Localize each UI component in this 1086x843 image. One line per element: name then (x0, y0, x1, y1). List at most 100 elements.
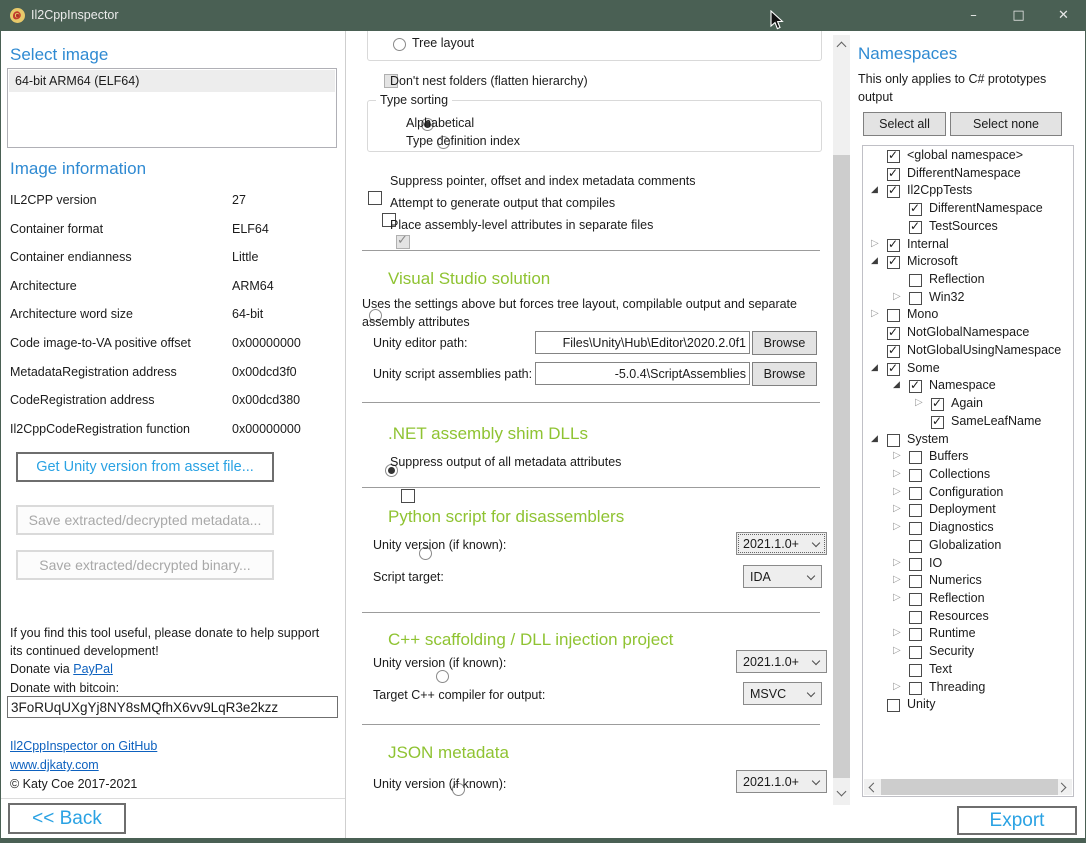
expand-icon[interactable]: ▷ (893, 468, 901, 479)
tree-item-system[interactable]: ◢System (863, 432, 1073, 450)
tree-item-checkbox[interactable] (909, 522, 922, 535)
tree-item-internal[interactable]: ▷Internal (863, 237, 1073, 255)
tree-item-reflection[interactable]: ▷Reflection (863, 591, 1073, 609)
select-all-button[interactable]: Select all (863, 112, 946, 136)
scroll-left-icon[interactable] (869, 783, 879, 793)
tree-item-checkbox[interactable] (909, 575, 922, 588)
cpp-unity-version-combo[interactable]: 2021.1.0+ (736, 650, 827, 673)
tree-item-differentnamespace[interactable]: DifferentNamespace (863, 166, 1073, 184)
tree-item-checkbox[interactable] (909, 292, 922, 305)
tree-item-checkbox[interactable] (909, 628, 922, 641)
close-icon[interactable]: ✕ (1041, 0, 1086, 31)
tree-item-text[interactable]: Text (863, 662, 1073, 680)
expand-icon[interactable]: ▷ (871, 308, 879, 319)
script-target-combo[interactable]: IDA (743, 565, 822, 588)
get-unity-version-button[interactable]: Get Unity version from asset file... (16, 452, 274, 482)
tree-item-sameleafname[interactable]: SameLeafName (863, 414, 1073, 432)
options-scrollbar-thumb[interactable] (833, 155, 850, 778)
select-none-button[interactable]: Select none (950, 112, 1062, 136)
tree-item-checkbox[interactable] (909, 593, 922, 606)
script-assemblies-path-input[interactable]: -5.0.4\ScriptAssemblies (535, 362, 750, 385)
tree-item-checkbox[interactable] (887, 309, 900, 322)
tree-item-checkbox[interactable] (931, 398, 944, 411)
save-metadata-button[interactable]: Save extracted/decrypted metadata... (16, 505, 274, 535)
tree-item-checkbox[interactable] (909, 558, 922, 571)
tree-item-deployment[interactable]: ▷Deployment (863, 502, 1073, 520)
tree-item-checkbox[interactable] (909, 274, 922, 287)
tree-item-checkbox[interactable] (909, 221, 922, 234)
tree-item-checkbox[interactable] (887, 168, 900, 181)
tree-item-checkbox[interactable] (887, 434, 900, 447)
tree-item-checkbox[interactable] (887, 327, 900, 340)
namespaces-tree[interactable]: <global namespace>DifferentNamespace◢Il2… (862, 145, 1074, 797)
tree-item--global-namespace-[interactable]: <global namespace> (863, 148, 1073, 166)
tree-item-checkbox[interactable] (887, 150, 900, 163)
tree-item-differentnamespace[interactable]: DifferentNamespace (863, 201, 1073, 219)
expand-icon[interactable]: ▷ (893, 557, 901, 568)
maximize-icon[interactable]: □ (996, 0, 1041, 31)
tree-layout-radio[interactable] (393, 38, 406, 51)
collapse-icon[interactable]: ◢ (871, 363, 878, 373)
tree-item-checkbox[interactable] (887, 239, 900, 252)
github-link[interactable]: Il2CppInspector on GitHub (10, 739, 157, 753)
bitcoin-address-input[interactable]: 3FoRUqUXgYj8NY8sMQfhX6vv9LqR3e2kzz (7, 696, 338, 718)
tree-item-resources[interactable]: Resources (863, 609, 1073, 627)
tree-item-checkbox[interactable] (887, 345, 900, 358)
tree-item-checkbox[interactable] (887, 185, 900, 198)
unity-editor-path-input[interactable]: Files\Unity\Hub\Editor\2020.2.0f1 (535, 331, 750, 354)
tree-item-checkbox[interactable] (909, 540, 922, 553)
tree-item-diagnostics[interactable]: ▷Diagnostics (863, 520, 1073, 538)
tree-item-globalization[interactable]: Globalization (863, 538, 1073, 556)
website-link[interactable]: www.djkaty.com (10, 758, 99, 772)
scroll-up-icon[interactable] (837, 42, 847, 52)
tree-item-checkbox[interactable] (887, 699, 900, 712)
expand-icon[interactable]: ▷ (893, 521, 901, 532)
image-listbox[interactable]: 64-bit ARM64 (ELF64) (7, 68, 337, 148)
tree-item-mono[interactable]: ▷Mono (863, 307, 1073, 325)
tree-item-io[interactable]: ▷IO (863, 556, 1073, 574)
image-list-item[interactable]: 64-bit ARM64 (ELF64) (9, 70, 335, 92)
tree-item-testsources[interactable]: TestSources (863, 219, 1073, 237)
tree-item-checkbox[interactable] (909, 646, 922, 659)
tree-item-checkbox[interactable] (909, 451, 922, 464)
tree-item-unity[interactable]: Unity (863, 697, 1073, 715)
tree-item-threading[interactable]: ▷Threading (863, 680, 1073, 698)
collapse-icon[interactable]: ◢ (871, 434, 878, 444)
tree-item-runtime[interactable]: ▷Runtime (863, 626, 1073, 644)
scroll-down-icon[interactable] (837, 787, 847, 797)
tree-item-checkbox[interactable] (909, 682, 922, 695)
tree-item-checkbox[interactable] (931, 416, 944, 429)
collapse-icon[interactable]: ◢ (893, 380, 900, 390)
collapse-icon[interactable]: ◢ (871, 185, 878, 195)
browse-editor-path-button[interactable]: Browse (752, 331, 817, 355)
tree-item-numerics[interactable]: ▷Numerics (863, 573, 1073, 591)
tree-item-microsoft[interactable]: ◢Microsoft (863, 254, 1073, 272)
json-unity-version-combo[interactable]: 2021.1.0+ (736, 770, 827, 793)
expand-icon[interactable]: ▷ (893, 574, 901, 585)
expand-icon[interactable]: ▷ (893, 450, 901, 461)
tree-item-buffers[interactable]: ▷Buffers (863, 449, 1073, 467)
scroll-right-icon[interactable] (1057, 783, 1067, 793)
py-unity-version-combo[interactable]: 2021.1.0+ (736, 532, 827, 555)
tree-item-reflection[interactable]: Reflection (863, 272, 1073, 290)
tree-hscrollbar-thumb[interactable] (881, 779, 1058, 795)
export-button[interactable]: Export (957, 806, 1077, 835)
option-checkbox[interactable] (368, 191, 382, 205)
cpp-scaffolding-radio[interactable] (436, 670, 449, 683)
tree-item-checkbox[interactable] (909, 203, 922, 216)
expand-icon[interactable]: ▷ (893, 503, 901, 514)
collapse-icon[interactable]: ◢ (871, 256, 878, 266)
cpp-compiler-combo[interactable]: MSVC (743, 682, 822, 705)
expand-icon[interactable]: ▷ (893, 291, 901, 302)
tree-item-configuration[interactable]: ▷Configuration (863, 485, 1073, 503)
tree-item-again[interactable]: ▷Again (863, 396, 1073, 414)
expand-icon[interactable]: ▷ (893, 645, 901, 656)
options-scrollbar[interactable] (833, 35, 850, 805)
save-binary-button[interactable]: Save extracted/decrypted binary... (16, 550, 274, 580)
tree-item-checkbox[interactable] (909, 611, 922, 624)
expand-icon[interactable]: ▷ (915, 397, 923, 408)
expand-icon[interactable]: ▷ (893, 592, 901, 603)
tree-item-checkbox[interactable] (909, 664, 922, 677)
tree-item-namespace[interactable]: ◢Namespace (863, 378, 1073, 396)
tree-item-checkbox[interactable] (887, 363, 900, 376)
